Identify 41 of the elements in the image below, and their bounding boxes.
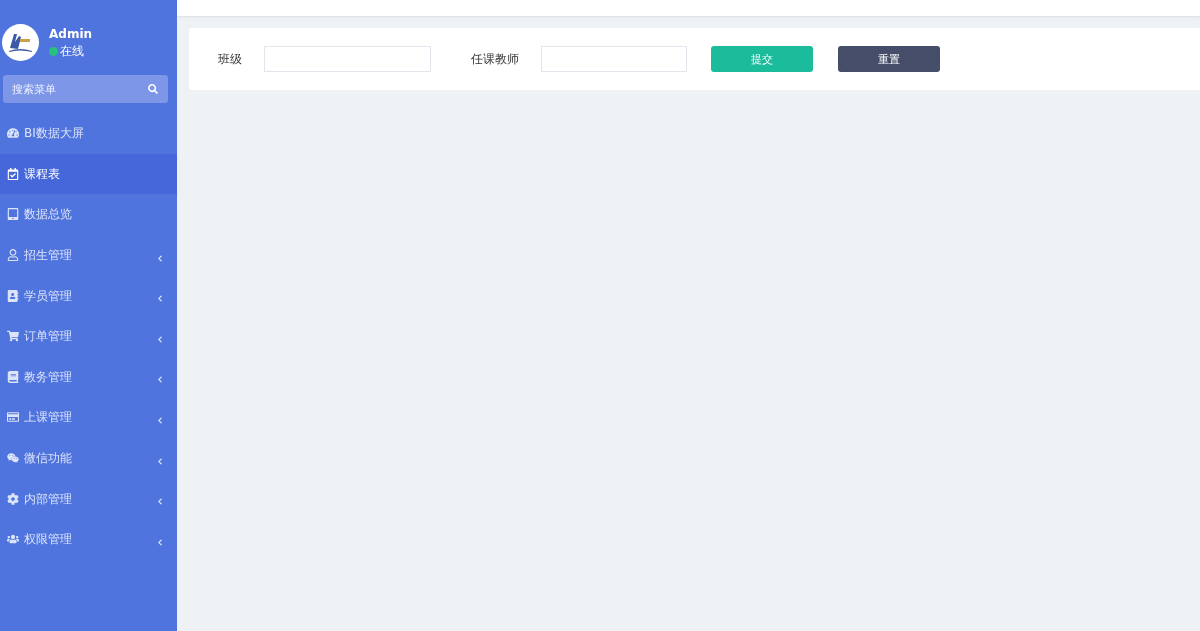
chevron-icon [157, 538, 163, 546]
sidebar-item[interactable]: 数据总览 [0, 194, 177, 235]
search-field[interactable]: 搜索菜单 [3, 75, 168, 103]
input-field[interactable] [264, 46, 431, 72]
cart-icon [7, 330, 19, 343]
sidebar-item[interactable]: 上课管理 [0, 397, 177, 438]
chevron-icon [157, 335, 163, 343]
sidebar-item[interactable]: BI数据大屏 [0, 113, 177, 154]
avatar-icon [2, 24, 39, 61]
user-status: 在线 [60, 43, 84, 59]
user-icon [7, 249, 19, 262]
user-name: Admin [49, 26, 93, 42]
chat-bubbles-icon [7, 452, 19, 465]
sidebar-item[interactable]: 课程表 [0, 153, 177, 195]
reset-button[interactable]: 重置 [838, 46, 940, 72]
card-icon [7, 411, 19, 424]
chevron-icon [157, 416, 163, 424]
users-icon [7, 533, 19, 546]
book-icon [7, 370, 19, 383]
gear-icon [7, 492, 19, 505]
submit-button[interactable]: 提交 [711, 46, 813, 72]
field-label: 任课教师 [471, 50, 519, 68]
sidebar-item[interactable]: 教务管理 [0, 356, 177, 398]
sidebar-item[interactable]: 学员管理 [0, 275, 177, 316]
search-icon[interactable] [148, 84, 158, 94]
chevron-icon [157, 254, 163, 262]
sidebar-item[interactable]: 内部管理 [0, 478, 177, 519]
sidebar-item[interactable]: 招生管理 [0, 234, 177, 276]
sidebar-item[interactable]: 权限管理 [0, 518, 177, 560]
sidebar-item[interactable]: 订单管理 [0, 315, 177, 357]
chevron-icon [157, 376, 163, 384]
calendar-check-icon [7, 167, 19, 180]
tablet-icon [7, 208, 19, 221]
contact-card-icon [7, 289, 19, 302]
chevron-icon [157, 295, 163, 303]
gauge-icon [7, 127, 19, 140]
input-field[interactable] [541, 46, 687, 72]
chevron-icon [157, 498, 163, 506]
chevron-icon [157, 457, 163, 465]
field-label: 班级 [218, 50, 242, 68]
sidebar-item[interactable]: 微信功能 [0, 437, 177, 479]
